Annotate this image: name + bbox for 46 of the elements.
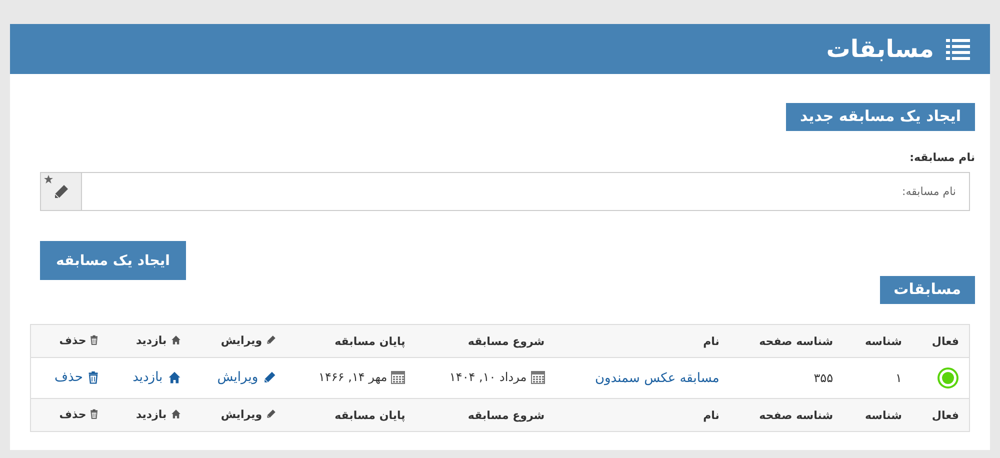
column-header: شروع مسابقه — [468, 334, 545, 348]
calendar-icon — [530, 370, 545, 384]
trash-icon — [90, 335, 98, 346]
delete-link[interactable]: حذف — [54, 370, 98, 384]
date-cell: مهر ۱۴, ۱۴۶۶ — [318, 370, 406, 384]
column-header: شناسه — [864, 334, 902, 348]
column-header: نام — [703, 334, 720, 348]
visit-link[interactable]: بازدید — [132, 370, 181, 384]
star-icon — [44, 175, 53, 184]
column-header: نام — [703, 408, 720, 422]
competition-link[interactable]: مسابقه عکس سمندون — [594, 370, 720, 386]
trash-icon — [88, 370, 98, 384]
column-header: شناسه — [864, 408, 902, 422]
column-header: ویرایش — [220, 334, 276, 347]
pencil-icon — [266, 409, 276, 420]
column-header: ویرایش — [220, 408, 276, 421]
calendar-icon — [391, 370, 406, 384]
column-header: بازدید — [136, 334, 181, 347]
home-icon — [170, 409, 181, 420]
date-cell: مرداد ۱۰, ۱۴۰۴ — [449, 370, 545, 384]
column-header: پایان مسابقه — [334, 334, 406, 348]
column-header: بازدید — [136, 408, 181, 421]
home-icon — [168, 370, 181, 384]
section-heading: ایجاد یک مسابقه جدید — [786, 103, 975, 131]
column-header: فعال — [932, 334, 959, 348]
column-header: شروع مسابقه — [468, 408, 545, 422]
name-field[interactable]: نام مسابقه: — [81, 172, 970, 211]
list-icon — [946, 38, 970, 60]
column-header: فعال — [932, 408, 959, 422]
page-title: مسابقات — [826, 35, 934, 63]
pencil-icon — [263, 370, 276, 384]
trash-icon — [90, 409, 98, 420]
field-label: نام مسابقه: — [910, 151, 975, 164]
column-header: شناسه صفحه — [759, 408, 834, 422]
edit-link[interactable]: ویرایش — [217, 370, 276, 384]
column-header: حذف — [59, 408, 98, 421]
pencil-icon — [53, 184, 69, 200]
section-heading: مسابقات — [880, 276, 975, 304]
column-header: شناسه صفحه — [759, 334, 834, 348]
table-cell: ۱ — [895, 371, 902, 385]
table-cell: ۳۵۵ — [814, 371, 834, 385]
column-header: حذف — [59, 334, 98, 347]
pencil-icon — [266, 335, 276, 346]
column-header: پایان مسابقه — [334, 408, 406, 422]
home-icon — [170, 335, 181, 346]
create-button[interactable]: ایجاد یک مسابقه — [40, 241, 186, 280]
